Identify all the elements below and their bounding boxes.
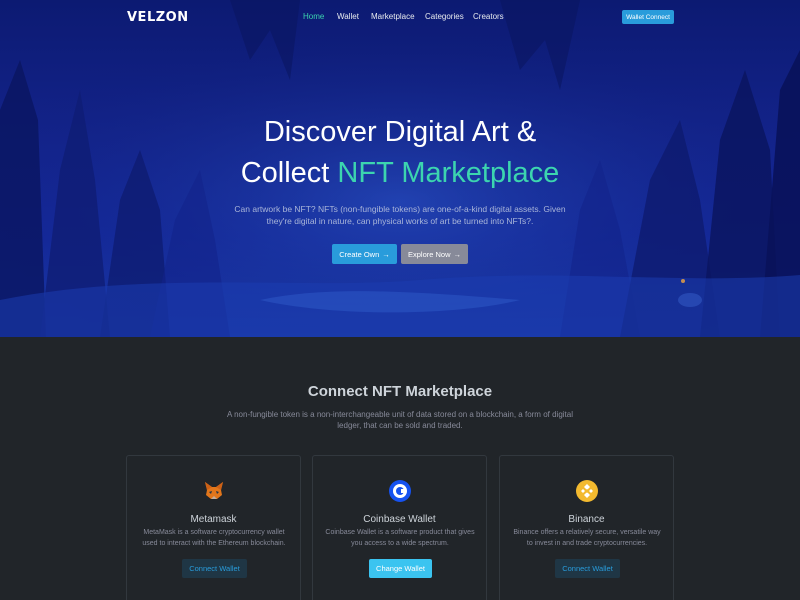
coinbase-icon: [389, 480, 411, 502]
card-title: Coinbase Wallet: [363, 514, 436, 525]
connect-wallet-section: Connect NFT Marketplace A non-fungible t…: [0, 337, 800, 600]
connect-wallet-button[interactable]: Connect Wallet: [555, 559, 620, 578]
hero-title-plain: Collect: [240, 157, 330, 189]
card-description: Binance offers a relatively secure, vers…: [513, 529, 661, 547]
top-navbar: VELZON Home Wallet Marketplace Categorie…: [0, 0, 800, 34]
card-title: Binance: [568, 514, 605, 525]
wallet-card-coinbase: Coinbase Wallet Coinbase Wallet is a sof…: [312, 455, 487, 600]
section-subtitle: A non-fungible token is a non-interchang…: [226, 410, 573, 430]
hero-title-line1: Discover Digital Art &: [263, 116, 537, 148]
wallet-connect-button[interactable]: Wallet Connect: [622, 10, 674, 24]
wallet-card-binance: Binance Binance offers a relatively secu…: [499, 455, 674, 600]
metamask-fox-icon: [205, 482, 223, 499]
explore-now-button[interactable]: Explore Now →: [401, 244, 468, 264]
binance-icon: [576, 480, 598, 502]
connect-wallet-button[interactable]: Connect Wallet: [182, 559, 247, 578]
explore-now-label: Explore Now: [407, 249, 451, 259]
card-description: Coinbase Wallet is a software product th…: [325, 529, 475, 547]
nav-link-creators[interactable]: Creators: [473, 12, 504, 21]
nav-link-categories[interactable]: Categories: [425, 12, 464, 21]
hero-title: Discover Digital Art & Collect NFT Marke…: [0, 112, 800, 194]
card-description: MetaMask is a software cryptocurrency wa…: [142, 529, 286, 547]
create-own-button[interactable]: Create Own →: [332, 244, 397, 264]
hero-section: VELZON Home Wallet Marketplace Categorie…: [0, 0, 800, 337]
arrow-right-icon: →: [453, 249, 462, 259]
arrow-right-icon: →: [382, 249, 390, 259]
hero-title-line2: Collect NFT Marketplace: [0, 153, 800, 194]
hero-title-accent: NFT Marketplace: [337, 157, 560, 189]
nav-link-home[interactable]: Home: [303, 12, 324, 21]
card-title: Metamask: [190, 514, 237, 525]
wallet-card-metamask: Metamask MetaMask is a software cryptocu…: [126, 455, 301, 600]
change-wallet-button[interactable]: Change Wallet: [369, 559, 432, 578]
hero-subtitle: Can artwork be NFT? NFTs (non-fungible t…: [234, 204, 566, 226]
create-own-label: Create Own: [339, 249, 380, 259]
hero-buttons: Create Own → Explore Now →: [332, 244, 468, 264]
nav-link-marketplace[interactable]: Marketplace: [371, 12, 415, 21]
brand-logo[interactable]: VELZON: [127, 10, 189, 25]
section-title: Connect NFT Marketplace: [307, 383, 493, 400]
nav-link-wallet[interactable]: Wallet: [337, 12, 359, 21]
